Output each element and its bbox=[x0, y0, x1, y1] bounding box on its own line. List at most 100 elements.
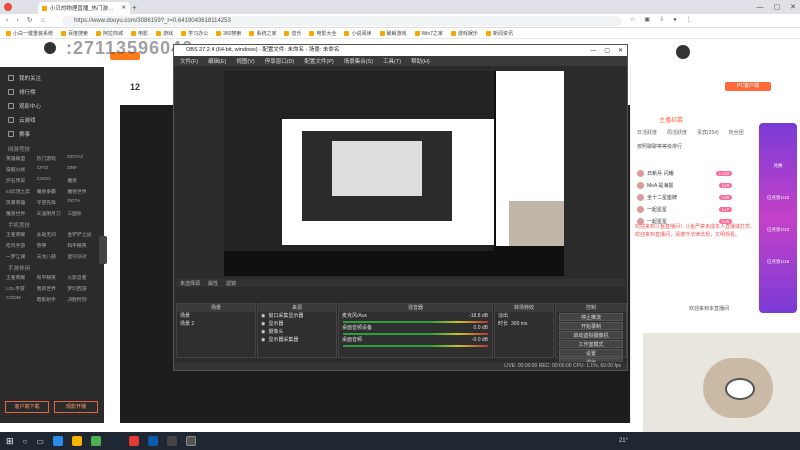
host-recruit-tab[interactable]: 主播招募 bbox=[659, 115, 683, 124]
gift-activity-panel[interactable]: 兑换 已点亮1/10 已点亮1/10 已点亮1/15 bbox=[759, 123, 797, 313]
sidebar-game-link[interactable]: 王者荣耀 bbox=[6, 231, 37, 238]
rank-tab[interactable]: 日活跃度 bbox=[637, 129, 657, 136]
obs-menu-item[interactable]: 场景集合(S) bbox=[344, 57, 373, 65]
sidebar-game-link[interactable]: 和平精英 bbox=[37, 274, 68, 281]
obs-control-button[interactable]: 停止推流 bbox=[559, 313, 623, 321]
rank-tab[interactable]: 贵宾(254) bbox=[697, 129, 719, 136]
home-icon[interactable]: ⌂ bbox=[41, 17, 45, 24]
sidebar-game-link[interactable]: lol云顶之弈 bbox=[6, 188, 37, 195]
sidebar-game-link[interactable]: 天龙八部 bbox=[37, 253, 68, 260]
user-avatar[interactable] bbox=[676, 45, 690, 59]
sidebar-game-link[interactable]: 永劫无间 bbox=[37, 231, 68, 238]
sidebar-game-link[interactable]: 金铲铲之战 bbox=[67, 231, 98, 238]
sidebar-game-link[interactable]: CF/O bbox=[37, 166, 68, 173]
source-visibility-icon[interactable]: ◉ bbox=[261, 328, 265, 336]
bookmark-item[interactable]: 小说阅读 bbox=[344, 30, 372, 37]
scene-item[interactable]: 场景 2 bbox=[177, 320, 255, 328]
obs-menu-item[interactable]: 停靠窗口(D) bbox=[265, 57, 295, 65]
sidebar-game-link[interactable]: 暗影射手 bbox=[37, 296, 68, 303]
new-tab-icon[interactable]: + bbox=[132, 3, 137, 12]
sidebar-item[interactable]: 观影中心 bbox=[0, 99, 104, 113]
filters-button[interactable]: 滤镜 bbox=[226, 280, 236, 287]
sidebar-game-link[interactable]: 决胜时刻 bbox=[67, 296, 98, 303]
task-view-icon[interactable]: ▭ bbox=[36, 437, 44, 446]
sidebar-game-link[interactable]: 梦幻西游 bbox=[67, 285, 98, 292]
bookmark-item[interactable]: 小白一键重装系统 bbox=[6, 30, 53, 37]
sidebar-game-link[interactable]: DOTA bbox=[67, 199, 98, 206]
pc-download-button[interactable]: PC客户端 bbox=[725, 82, 771, 91]
obs-close-icon[interactable]: ✕ bbox=[618, 47, 623, 54]
reload-icon[interactable]: ↻ bbox=[27, 16, 33, 24]
client-download-button[interactable]: 客户端下载 bbox=[5, 401, 49, 413]
forward-icon[interactable]: › bbox=[16, 17, 18, 24]
obs-menu-item[interactable]: 编辑(E) bbox=[208, 57, 226, 65]
bookmark-item[interactable]: 新闻资讯 bbox=[485, 30, 513, 37]
start-stream-button[interactable]: 观影开播 bbox=[54, 401, 98, 413]
scene-item[interactable]: 场景 bbox=[177, 312, 255, 320]
properties-button[interactable]: 属性 bbox=[208, 280, 218, 287]
sidebar-game-link[interactable]: 我的世界 bbox=[37, 285, 68, 292]
url-field[interactable]: https://www.douyu.com/3086159?_r=0.64190… bbox=[62, 16, 622, 26]
duration-value[interactable]: 300 ms bbox=[511, 320, 527, 328]
sidebar-game-link[interactable]: 原神 bbox=[37, 242, 68, 249]
sidebar-game-link[interactable]: CODM bbox=[6, 296, 37, 303]
source-item[interactable]: ◉ 窗口采集显示器 bbox=[258, 312, 336, 320]
sidebar-game-link[interactable]: 三国杀 bbox=[67, 210, 98, 217]
sidebar-item[interactable]: 云游戏 bbox=[0, 113, 104, 127]
source-item[interactable]: ◉ 显示器采集器 bbox=[258, 336, 336, 344]
bookmark-item[interactable]: 电影大全 bbox=[309, 30, 336, 37]
obs-maximize-icon[interactable]: ▢ bbox=[604, 47, 610, 54]
bookmark-item[interactable]: 音乐 bbox=[284, 30, 301, 37]
obs-menu-item[interactable]: 配置文件(P) bbox=[304, 57, 333, 65]
obs-task-icon[interactable] bbox=[166, 436, 177, 446]
explorer-icon[interactable] bbox=[71, 436, 82, 446]
sidebar-game-link[interactable]: 一梦江湖 bbox=[6, 253, 37, 260]
sidebar-collapse-handle[interactable] bbox=[99, 236, 107, 264]
sidebar-game-link[interactable]: 天涯明月刀 bbox=[37, 210, 68, 217]
sidebar-game-link[interactable]: 魔兽 bbox=[67, 177, 98, 184]
sidebar-item[interactable]: 我的关注 bbox=[0, 71, 104, 85]
obs-menu-item[interactable]: 视图(V) bbox=[236, 57, 254, 65]
sidebar-game-link[interactable]: 蛋仔派对 bbox=[67, 253, 98, 260]
source-visibility-icon[interactable]: ◉ bbox=[261, 336, 265, 344]
back-icon[interactable]: ‹ bbox=[6, 17, 8, 24]
sidebar-game-link[interactable]: 魔兽世界 bbox=[67, 188, 98, 195]
obs-control-button[interactable]: 设置 bbox=[559, 349, 623, 357]
edge-icon[interactable] bbox=[52, 436, 63, 446]
extension-icon[interactable]: ▣ bbox=[644, 16, 650, 23]
obs-menu-item[interactable]: 帮助(H) bbox=[411, 57, 430, 65]
browser-tab[interactable]: 小贝的物理直播_热门游戏直播 ✕ bbox=[38, 2, 130, 14]
sidebar-game-link[interactable]: LOL手游 bbox=[6, 285, 37, 292]
bookmark-item[interactable]: 阿拉商城 bbox=[96, 30, 123, 37]
transition-type[interactable]: 淡出 bbox=[498, 312, 508, 320]
source-visibility-icon[interactable]: ◉ bbox=[261, 312, 265, 320]
sidebar-game-link[interactable]: 魔兽争霸 bbox=[37, 188, 68, 195]
bookmark-item[interactable]: 游戏娱乐 bbox=[450, 30, 478, 37]
bookmark-item[interactable]: 电影 bbox=[131, 30, 148, 37]
browser-task-icon[interactable] bbox=[185, 436, 196, 446]
sidebar-game-link[interactable]: 风暴英雄 bbox=[6, 199, 37, 206]
bookmark-item[interactable]: 学习办公 bbox=[181, 30, 208, 37]
sidebar-game-link[interactable]: 吃鸡手游 bbox=[6, 242, 37, 249]
close-window-icon[interactable]: ✕ bbox=[790, 3, 796, 11]
bookmark-item[interactable]: 360搜索 bbox=[216, 30, 241, 37]
sidebar-game-link[interactable]: 魔兽世界 bbox=[6, 210, 37, 217]
close-tab-icon[interactable]: ✕ bbox=[121, 5, 126, 11]
sidebar-item[interactable]: 赛事 bbox=[0, 127, 104, 141]
obs-menu-item[interactable]: 文件(F) bbox=[180, 57, 198, 65]
source-visibility-icon[interactable]: ◉ bbox=[261, 320, 265, 328]
source-item[interactable]: ◉ 摄像头 bbox=[258, 328, 336, 336]
profile-icon[interactable]: ● bbox=[673, 17, 677, 23]
bookmark-item[interactable]: 游戏 bbox=[156, 30, 173, 37]
download-icon[interactable]: ⇩ bbox=[659, 16, 664, 23]
obs-minimize-icon[interactable]: — bbox=[590, 48, 596, 54]
bookmark-item[interactable]: 破解游戏 bbox=[379, 30, 407, 37]
sidebar-game-link[interactable]: 和平精英 bbox=[67, 242, 98, 249]
rank-tab[interactable]: 周活跃度 bbox=[667, 129, 687, 136]
start-icon[interactable]: ⊞ bbox=[6, 436, 14, 447]
steam-icon[interactable] bbox=[109, 436, 120, 446]
bookmark-star-icon[interactable]: ☆ bbox=[630, 16, 635, 23]
sidebar-game-link[interactable]: DNF bbox=[67, 166, 98, 173]
sidebar-item[interactable]: 排行榜 bbox=[0, 85, 104, 99]
maximize-icon[interactable]: ▢ bbox=[774, 3, 781, 11]
